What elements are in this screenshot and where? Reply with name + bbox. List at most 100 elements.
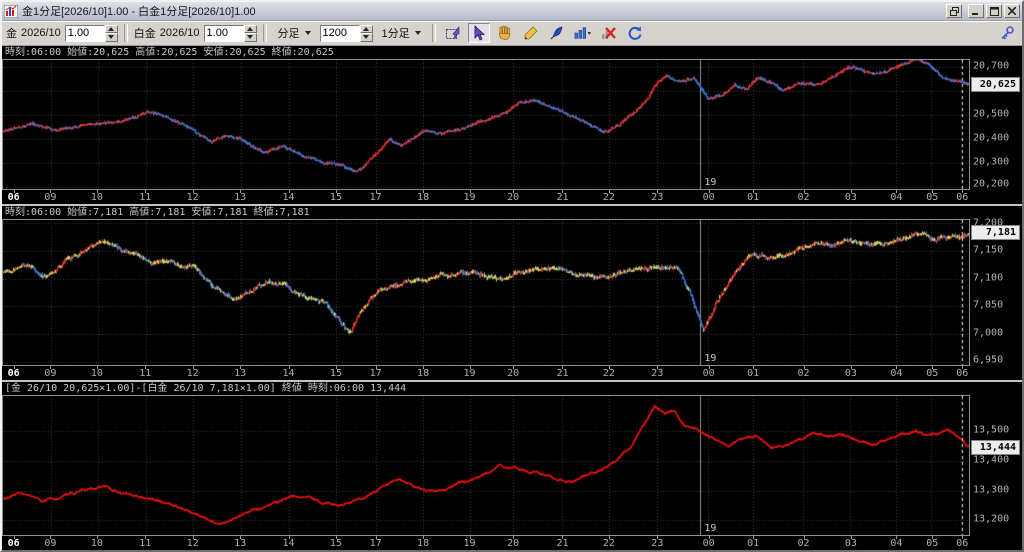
interval-dropdown[interactable]: 1分足 <box>377 24 426 42</box>
x-axis-tick <box>96 536 98 539</box>
x-axis-tick-label: 04 <box>890 192 903 203</box>
x-axis-tick <box>375 190 377 193</box>
x-axis-tick <box>932 190 934 193</box>
x-axis-tick <box>962 190 964 193</box>
x-axis-tick <box>753 536 755 539</box>
x-axis-tick <box>96 190 98 193</box>
x-axis-tick <box>803 536 805 539</box>
x-axis-tick <box>13 190 15 193</box>
spread-y-axis: 13,500 13,400 13,300 13,200 13,444 <box>970 395 1022 536</box>
hand-pan-tool-icon <box>498 25 511 40</box>
y-axis-tick-label: 20,700 <box>973 60 1010 72</box>
gold-plot-area[interactable]: 19 <box>2 59 970 190</box>
x-axis-tick-label: 21 <box>556 538 569 549</box>
refresh-button[interactable] <box>624 23 646 43</box>
chart-type-button[interactable] <box>572 23 594 43</box>
gold-multiplier-up-button[interactable] <box>104 24 118 33</box>
x-axis-tick-label: 15 <box>329 192 342 203</box>
x-axis-tick <box>803 366 805 369</box>
restore-window-button[interactable] <box>946 4 962 18</box>
gold-multiplier-down-button[interactable] <box>104 33 118 42</box>
x-axis-tick-label: 05 <box>926 192 939 203</box>
close-button[interactable] <box>1004 4 1020 18</box>
x-axis-tick <box>850 366 852 369</box>
x-axis-tick <box>932 536 934 539</box>
x-axis-tick-label: 13 <box>234 368 247 379</box>
platinum-contract-month: 2026/10 <box>159 27 200 39</box>
x-axis-tick-label: 14 <box>282 538 295 549</box>
platinum-multiplier-down-button[interactable] <box>243 33 257 42</box>
spin-down-icon <box>247 35 254 40</box>
interval-label: 1分足 <box>381 28 410 40</box>
x-axis-tick <box>850 536 852 539</box>
x-axis-tick <box>896 366 898 369</box>
x-axis-tick <box>469 536 471 539</box>
platinum-chart-header: 時刻:06:00 始値:7,181 高値:7,181 安値:7,181 終値:7… <box>2 206 1022 219</box>
select-zoom-tool-button[interactable] <box>442 23 464 43</box>
spread-plot-area[interactable]: 19 <box>2 395 970 536</box>
x-axis-tick-label: 19 <box>463 192 476 203</box>
platinum-plot-area[interactable]: 19 <box>2 219 970 366</box>
x-axis-tick <box>145 190 147 193</box>
minimize-button[interactable] <box>968 4 984 18</box>
x-axis-tick <box>375 536 377 539</box>
gold-chart-panel: 時刻:06:00 始値:20,625 高値:20,625 安値:20,625 終… <box>2 46 1022 204</box>
current-price-box: 13,444 <box>971 440 1020 456</box>
pencil-tool-button[interactable] <box>520 23 542 43</box>
pen-tool-button[interactable] <box>546 23 568 43</box>
y-axis-tick-label: 20,500 <box>973 108 1010 120</box>
bar-count-up-button[interactable] <box>359 24 373 33</box>
x-axis-tick <box>145 366 147 369</box>
gold-contract-month: 2026/10 <box>21 27 61 39</box>
x-axis-tick <box>335 190 337 193</box>
x-axis-tick <box>96 366 98 369</box>
x-axis-tick-label: 06 <box>956 538 969 549</box>
x-axis-tick-label: 02 <box>797 192 810 203</box>
x-axis-tick <box>288 366 290 369</box>
bar-count-input[interactable] <box>319 24 360 42</box>
key-button[interactable] <box>996 23 1018 43</box>
x-axis-tick-label: 22 <box>602 192 615 203</box>
x-axis-tick-label: 06 <box>7 538 20 549</box>
window-buttons <box>946 4 1020 18</box>
y-axis-tick-label: 20,300 <box>973 156 1010 168</box>
arrow-tool-icon <box>474 25 485 41</box>
gold-label: 金 <box>6 28 17 40</box>
x-axis-tick-label: 14 <box>282 192 295 203</box>
hand-pan-tool-button[interactable] <box>494 23 516 43</box>
spread-chart-canvas[interactable] <box>3 396 969 535</box>
date-label: 19 <box>704 353 717 364</box>
x-axis-tick-label: 06 <box>7 192 20 203</box>
spin-up-icon <box>247 26 254 31</box>
maximize-button[interactable] <box>986 4 1002 18</box>
bar-count-down-button[interactable] <box>359 33 373 42</box>
period-type-dropdown[interactable]: 分足 <box>273 24 316 42</box>
x-axis-tick <box>192 366 194 369</box>
gold-y-axis: 20,700 20,500 20,400 20,300 20,200 20,625 <box>970 59 1022 190</box>
dropdown-caret-icon <box>304 31 311 35</box>
x-axis-tick <box>288 190 290 193</box>
platinum-multiplier-up-button[interactable] <box>243 24 257 33</box>
x-axis-tick-label: 00 <box>702 368 715 379</box>
gold-x-axis: 06 09 10 11 12 13 14 15 17 18 19 20 21 22 23 00 01 02 03 04… <box>2 190 970 204</box>
platinum-multiplier-field <box>203 24 257 42</box>
gold-multiplier-input[interactable] <box>64 24 105 42</box>
title-bar[interactable]: 金1分足[2026/10]1.00 - 白金1分足[2026/10]1.00 <box>2 2 1022 21</box>
pencil-tool-icon <box>524 26 538 40</box>
toolbar: 金 2026/10 白金 2026/10 分足 1分足 <box>2 21 1022 46</box>
x-axis-tick-label: 19 <box>463 368 476 379</box>
spin-up-icon <box>363 26 370 31</box>
x-axis-tick-label: 03 <box>844 538 857 549</box>
platinum-chart-panel: 時刻:06:00 始値:7,181 高値:7,181 安値:7,181 終値:7… <box>2 204 1022 380</box>
x-axis-tick-label: 21 <box>556 192 569 203</box>
platinum-chart-canvas[interactable] <box>3 220 969 365</box>
gold-chart-canvas[interactable] <box>3 60 969 189</box>
delete-drawing-icon <box>601 27 616 39</box>
delete-drawing-button[interactable] <box>598 23 620 43</box>
platinum-multiplier-input[interactable] <box>203 24 244 42</box>
x-axis-tick-label: 15 <box>329 538 342 549</box>
x-axis-tick <box>962 536 964 539</box>
x-axis-tick-label: 17 <box>369 538 382 549</box>
arrow-tool-button[interactable] <box>467 23 490 43</box>
x-axis-tick-label: 19 <box>463 538 476 549</box>
